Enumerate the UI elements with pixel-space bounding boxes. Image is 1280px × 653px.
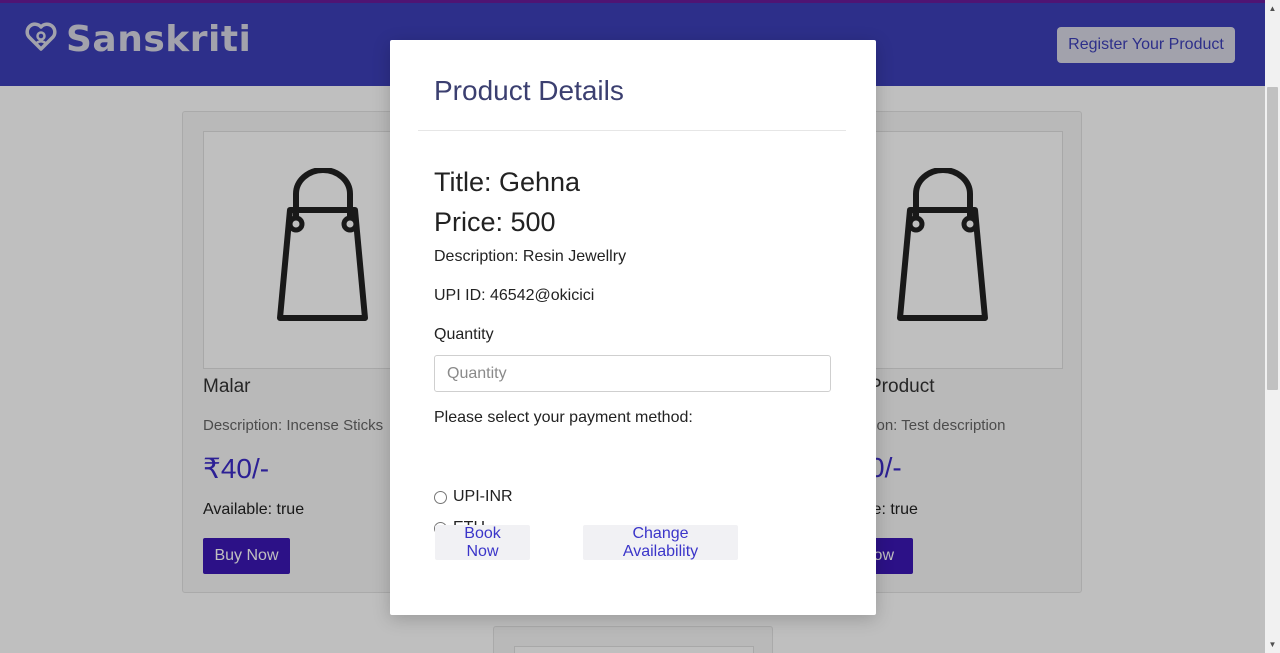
product-title: Title: Gehna xyxy=(434,167,581,197)
quantity-input[interactable] xyxy=(434,355,831,392)
modal-divider xyxy=(418,130,846,131)
scroll-up-arrow-icon[interactable]: ▲ xyxy=(1265,0,1280,17)
quantity-label: Quantity xyxy=(434,326,494,343)
payment-method-label: Please select your payment method: xyxy=(434,409,693,426)
upi-id: UPI ID: 46542@okicici xyxy=(434,287,595,304)
product-price: Price: 500 xyxy=(434,207,556,237)
modal-title: Product Details xyxy=(434,75,624,106)
product-description: Description: Resin Jewellry xyxy=(434,248,627,265)
scrollbar-thumb[interactable] xyxy=(1267,87,1278,390)
payment-option-upi[interactable]: UPI-INR xyxy=(434,488,513,506)
book-now-button[interactable]: Book Now xyxy=(435,525,530,560)
change-availability-button[interactable]: Change Availability xyxy=(583,525,738,560)
scroll-down-arrow-icon[interactable]: ▼ xyxy=(1265,636,1280,653)
vertical-scrollbar[interactable]: ▲ ▼ xyxy=(1265,0,1280,653)
radio-button[interactable] xyxy=(434,490,447,504)
product-details-modal: Product Details Title: Gehna Price: 500 … xyxy=(390,40,876,615)
page: Sanskriti Register Your Product Malar De… xyxy=(0,0,1265,653)
payment-option-label: UPI-INR xyxy=(453,488,513,505)
